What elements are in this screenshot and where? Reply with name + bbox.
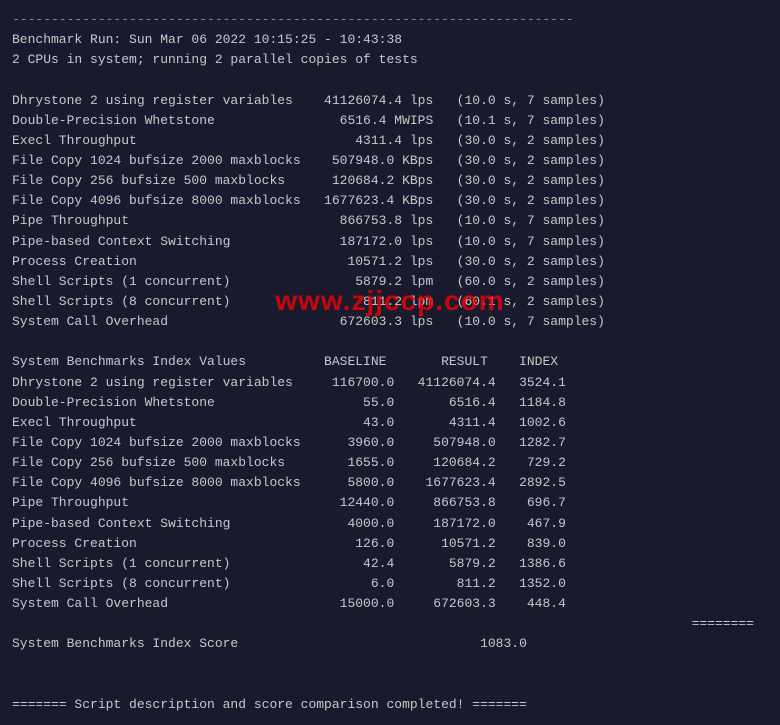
completion-line: ======= Script description and score com… [12,695,768,715]
index-row: System Call Overhead 15000.0 672603.3 44… [12,594,768,614]
index-row: File Copy 4096 bufsize 8000 maxblocks 58… [12,473,768,493]
index-row: Process Creation 126.0 10571.2 839.0 [12,534,768,554]
blank2 [12,332,768,352]
result-row: Pipe Throughput 866753.8 lps (10.0 s, 7 … [12,211,768,231]
result-row: File Copy 256 bufsize 500 maxblocks 1206… [12,171,768,191]
index-row: Double-Precision Whetstone 55.0 6516.4 1… [12,393,768,413]
header-line2: 2 CPUs in system; running 2 parallel cop… [12,50,768,70]
index-row: Pipe-based Context Switching 4000.0 1871… [12,514,768,534]
result-row: Shell Scripts (1 concurrent) 5879.2 lpm … [12,272,768,292]
blank3 [12,655,768,675]
index-row: Dhrystone 2 using register variables 116… [12,373,768,393]
index-row: Execl Throughput 43.0 4311.4 1002.6 [12,413,768,433]
result-row: System Call Overhead 672603.3 lps (10.0 … [12,312,768,332]
score-sep-line: ======== [12,614,768,634]
score-line: System Benchmarks Index Score 1083.0 [12,634,768,654]
terminal-window: ----------------------------------------… [12,10,768,715]
index-row: File Copy 256 bufsize 500 maxblocks 1655… [12,453,768,473]
result-row: Pipe-based Context Switching 187172.0 lp… [12,232,768,252]
separator-top: ----------------------------------------… [12,10,768,30]
result-row: Process Creation 10571.2 lps (30.0 s, 2 … [12,252,768,272]
result-row: Dhrystone 2 using register variables 411… [12,91,768,111]
result-row: Shell Scripts (8 concurrent) 811.2 lpm (… [12,292,768,312]
result-row: Double-Precision Whetstone 6516.4 MWIPS … [12,111,768,131]
index-section: Dhrystone 2 using register variables 116… [12,373,768,615]
result-row: File Copy 1024 bufsize 2000 maxblocks 50… [12,151,768,171]
results-section: Dhrystone 2 using register variables 411… [12,91,768,333]
blank1 [12,70,768,90]
header-line1: Benchmark Run: Sun Mar 06 2022 10:15:25 … [12,30,768,50]
result-row: Execl Throughput 4311.4 lps (30.0 s, 2 s… [12,131,768,151]
index-header: System Benchmarks Index Values BASELINE … [12,352,768,372]
index-row: Shell Scripts (8 concurrent) 6.0 811.2 1… [12,574,768,594]
blank4 [12,675,768,695]
final-score-line: System Benchmarks Index Score 1083.0 [12,634,768,654]
result-row: File Copy 4096 bufsize 8000 maxblocks 16… [12,191,768,211]
index-row: Shell Scripts (1 concurrent) 42.4 5879.2… [12,554,768,574]
index-row: File Copy 1024 bufsize 2000 maxblocks 39… [12,433,768,453]
index-row: Pipe Throughput 12440.0 866753.8 696.7 [12,493,768,513]
